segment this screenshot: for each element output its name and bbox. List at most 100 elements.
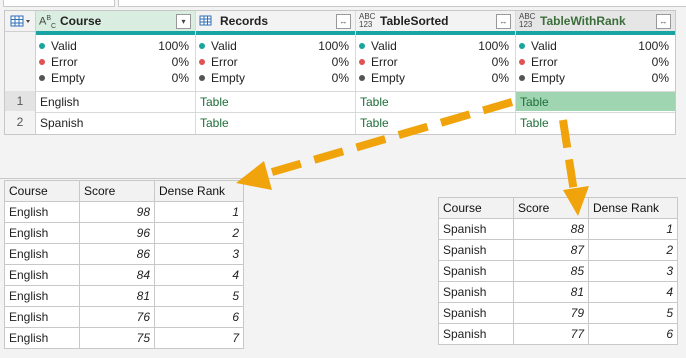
header-dense-rank: Dense Rank: [588, 197, 678, 219]
cell-course: Spanish: [438, 218, 514, 240]
quality-error: Error 0%: [519, 55, 669, 70]
cell-course: Spanish: [438, 302, 514, 324]
quality-empty: Empty 0%: [519, 71, 669, 86]
table-menu-button[interactable]: [5, 11, 35, 32]
table-row: English 81 5: [4, 285, 244, 307]
expand-column-icon[interactable]: ↔: [496, 14, 511, 29]
cell-tablesorted[interactable]: Table: [356, 112, 515, 132]
valid-dot-icon: [359, 42, 365, 49]
cell-course: English: [4, 222, 80, 244]
column-header[interactable]: ABC Course ▾: [36, 11, 195, 32]
column-header[interactable]: ABC 123 TableWithRank ↔: [516, 11, 675, 32]
cell-rank: 4: [154, 264, 244, 286]
column-header[interactable]: ABC 123 TableSorted ↔: [356, 11, 515, 32]
cell-score: 75: [79, 327, 155, 349]
table-type-icon[interactable]: [199, 15, 213, 27]
quality-error: Error 0%: [39, 55, 189, 70]
quality-bar: [356, 31, 515, 35]
table-row: English 76 6: [4, 306, 244, 328]
cell-course[interactable]: English: [36, 91, 195, 111]
header-dense-rank: Dense Rank: [154, 180, 244, 202]
table-row: English 96 2: [4, 222, 244, 244]
filter-dropdown-icon[interactable]: ▾: [176, 14, 191, 29]
table-row: Spanish 87 2: [438, 239, 678, 261]
quality-bar: [36, 31, 195, 35]
column-header[interactable]: Records ↔: [196, 11, 355, 32]
cell-rank: 4: [588, 281, 678, 303]
cell-rank: 7: [154, 327, 244, 349]
expand-column-icon[interactable]: ↔: [336, 14, 351, 29]
quality-valid: Valid 100%: [359, 39, 509, 54]
cell-score: 96: [79, 222, 155, 244]
expand-column-icon[interactable]: ↔: [656, 14, 671, 29]
top-toolbar-strip: [0, 0, 686, 7]
empty-dot-icon: [39, 74, 45, 81]
cell-score: 86: [79, 243, 155, 265]
spanish-ranked-table: Course Score Dense Rank Spanish 88 1 Spani…: [438, 197, 678, 345]
error-dot-icon: [39, 58, 45, 65]
error-dot-icon: [359, 58, 365, 65]
cell-tablewithrank-selected[interactable]: Table: [516, 91, 675, 111]
column-records[interactable]: Records ↔ Valid 100% Error 0% Empty 0% Tabl…: [196, 11, 356, 134]
query-selector-box[interactable]: [3, 0, 115, 7]
quality-bar: [196, 31, 355, 35]
cell-records[interactable]: Table: [196, 112, 355, 132]
column-tablewithrank[interactable]: ABC 123 TableWithRank ↔ Valid 100% Error 0%…: [516, 11, 675, 134]
any-type-icon[interactable]: ABC 123: [519, 13, 535, 29]
cell-course: English: [4, 327, 80, 349]
cell-score: 77: [513, 323, 589, 345]
cell-score: 98: [79, 201, 155, 223]
table-row: English 84 4: [4, 264, 244, 286]
column-name: Course: [60, 14, 102, 28]
quality-bar: [516, 31, 675, 35]
cell-rank: 3: [154, 243, 244, 265]
cell-course[interactable]: Spanish: [36, 112, 195, 132]
cell-rank: 6: [588, 323, 678, 345]
cell-course: English: [4, 243, 80, 265]
quality-empty: Empty 0%: [359, 71, 509, 86]
quality-error: Error 0%: [199, 55, 349, 70]
empty-dot-icon: [519, 74, 525, 81]
text-type-icon[interactable]: ABC: [39, 15, 56, 31]
cell-rank: 2: [588, 239, 678, 261]
cell-rank: 5: [588, 302, 678, 324]
column-name: Records: [220, 14, 269, 28]
cell-tablesorted[interactable]: Table: [356, 91, 515, 111]
row-number[interactable]: 2: [5, 112, 35, 132]
column-tablesorted[interactable]: ABC 123 TableSorted ↔ Valid 100% Error 0% E…: [356, 11, 516, 134]
any-type-icon[interactable]: ABC 123: [359, 13, 375, 29]
cell-rank: 1: [154, 201, 244, 223]
cell-records[interactable]: Table: [196, 91, 355, 111]
row-number[interactable]: 1: [5, 91, 35, 111]
error-dot-icon: [519, 58, 525, 65]
table-icon: [10, 15, 30, 27]
header-score: Score: [79, 180, 155, 202]
table-row: Spanish 79 5: [438, 302, 678, 324]
header-course: Course: [438, 197, 514, 219]
cell-tablewithrank[interactable]: Table: [516, 112, 675, 132]
cell-rank: 3: [588, 260, 678, 282]
cell-rank: 6: [154, 306, 244, 328]
cell-score: 79: [513, 302, 589, 324]
quality-valid: Valid 100%: [199, 39, 349, 54]
table-row: Spanish 88 1: [438, 218, 678, 240]
quality-error: Error 0%: [359, 55, 509, 70]
cell-score: 81: [79, 285, 155, 307]
table-row: English 98 1: [4, 201, 244, 223]
cell-course: Spanish: [438, 260, 514, 282]
column-name: TableWithRank: [540, 14, 626, 28]
formula-bar[interactable]: [118, 0, 686, 7]
cell-course: English: [4, 306, 80, 328]
table-row: English 75 7: [4, 327, 244, 349]
column-course[interactable]: ABC Course ▾ Valid 100% Error 0% Empty 0% E…: [36, 11, 196, 134]
cell-course: Spanish: [438, 281, 514, 303]
column-name: TableSorted: [380, 14, 449, 28]
error-dot-icon: [199, 58, 205, 65]
header-score: Score: [513, 197, 589, 219]
valid-dot-icon: [39, 42, 45, 49]
header-course: Course: [4, 180, 80, 202]
valid-dot-icon: [199, 42, 205, 49]
cell-course: English: [4, 285, 80, 307]
cell-rank: 1: [588, 218, 678, 240]
cell-course: English: [4, 264, 80, 286]
